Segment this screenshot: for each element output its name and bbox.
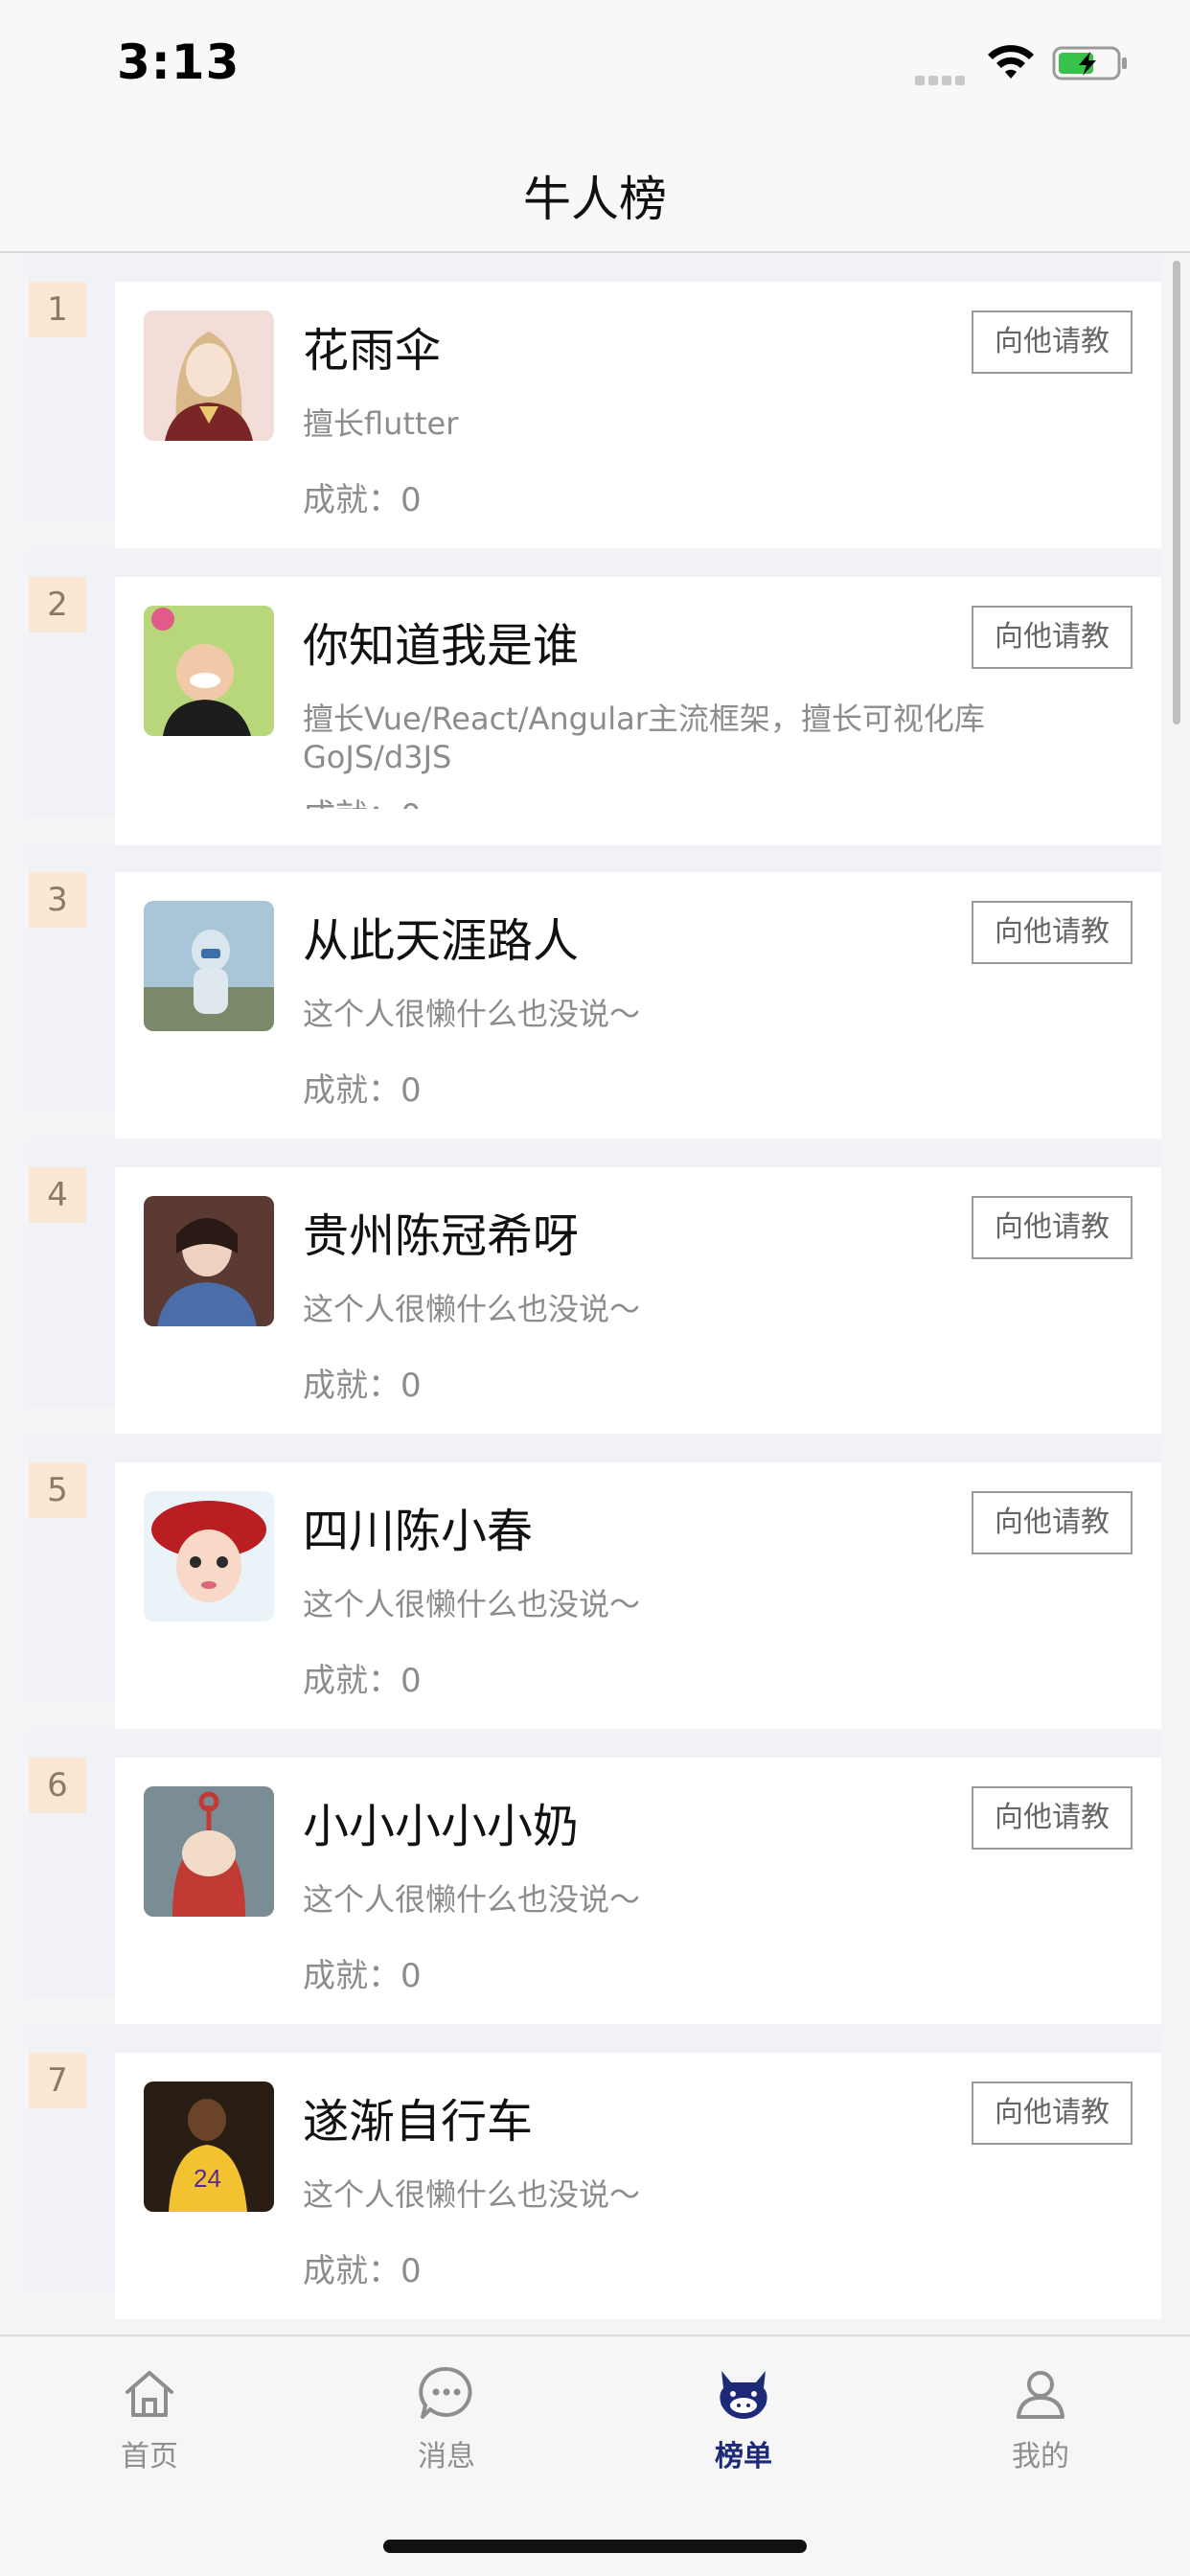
achievement-text: 成就：0 xyxy=(303,1957,422,1995)
user-name: 贵州陈冠希呀 xyxy=(303,1209,580,1263)
achievement-text: 成就：0 xyxy=(303,481,422,519)
user-name: 四川陈小春 xyxy=(303,1505,534,1558)
user-bio: 擅长Vue/React/Angular主流框架，擅长可视化库GoJS/d3JS xyxy=(303,701,985,775)
ask-button[interactable]: 向他请教 xyxy=(972,606,1133,669)
rank-badge: 4 xyxy=(29,1167,86,1223)
ask-button[interactable]: 向他请教 xyxy=(972,2082,1133,2145)
ask-button[interactable]: 向他请教 xyxy=(972,1196,1133,1259)
user-name: 你知道我是谁 xyxy=(303,619,580,673)
user-name: 小小小小小奶 xyxy=(303,1800,580,1853)
home-icon xyxy=(126,2371,173,2417)
avatar[interactable] xyxy=(144,310,274,441)
battery-icon xyxy=(1052,46,1127,80)
tab-label: 首页 xyxy=(121,2440,178,2473)
user-bio: 这个人很懒什么也没说～ xyxy=(303,1291,641,1327)
avatar[interactable] xyxy=(144,606,274,736)
achievement-text: 成就：0 xyxy=(303,2252,422,2290)
status-bar: 3:13 xyxy=(0,0,1190,125)
list-item[interactable]: 1 花雨伞 擅长flutter 成就：0 向他请教 xyxy=(29,255,1161,548)
rank-badge: 3 xyxy=(29,872,86,928)
list-item[interactable]: 3 从此天涯路人 这个人很懒什么也没说～ 成就：0 向他请教 xyxy=(29,845,1161,1138)
tab-home[interactable]: 首页 xyxy=(82,2363,217,2478)
user-card[interactable]: 四川陈小春 这个人很懒什么也没说～ 成就：0 向他请教 xyxy=(115,1462,1161,1729)
scroll-indicator[interactable] xyxy=(1173,261,1180,724)
page-title: 牛人榜 xyxy=(523,172,667,227)
list-item[interactable]: 2 你知道我是谁 擅长Vue/React/Angular主流框架，擅长可视化库G… xyxy=(29,550,1161,845)
achievement-text: 成就：0 xyxy=(303,1071,422,1110)
user-card[interactable]: 24 遂渐自行车 这个人很懒什么也没说～ 成就：0 向他请教 xyxy=(115,2053,1161,2319)
profile-icon xyxy=(1017,2371,1064,2419)
tab-label: 消息 xyxy=(418,2440,475,2473)
achievement-text: 成就：0 xyxy=(303,1662,422,1700)
avatar[interactable] xyxy=(144,1491,274,1622)
rank-badge: 2 xyxy=(29,577,86,632)
wifi-icon xyxy=(988,45,1034,79)
home-indicator[interactable] xyxy=(383,2540,807,2553)
tab-profile[interactable]: 我的 xyxy=(973,2363,1108,2478)
tab-label: 我的 xyxy=(1012,2440,1069,2473)
avatar[interactable] xyxy=(144,1196,274,1326)
ranking-list[interactable]: 1 花雨伞 擅长flutter 成就：0 向他请教 2 你知道我是谁 擅长Vue… xyxy=(0,255,1190,2334)
screen: 3:13 牛人榜 1 花雨伞 擅长flutter 成就：0 向他请教 2 你知道… xyxy=(0,0,1190,2576)
rank-badge: 5 xyxy=(29,1462,86,1518)
avatar[interactable]: 24 xyxy=(144,2082,274,2212)
rank-badge: 7 xyxy=(29,2053,86,2108)
user-card[interactable]: 贵州陈冠希呀 这个人很懒什么也没说～ 成就：0 向他请教 xyxy=(115,1167,1161,1434)
ask-button[interactable]: 向他请教 xyxy=(972,310,1133,374)
rank-badge: 1 xyxy=(29,282,86,337)
user-name: 花雨伞 xyxy=(303,324,442,378)
user-bio: 这个人很懒什么也没说～ xyxy=(303,996,641,1032)
ask-button[interactable]: 向他请教 xyxy=(972,1491,1133,1554)
cellular-signal-icon xyxy=(915,71,971,85)
user-bio: 这个人很懒什么也没说～ xyxy=(303,1881,641,1918)
ranking-icon xyxy=(720,2371,767,2419)
svg-text:24: 24 xyxy=(194,2164,221,2193)
rank-badge: 6 xyxy=(29,1758,86,1813)
tab-label: 榜单 xyxy=(715,2440,772,2473)
nav-bar: 牛人榜 xyxy=(0,125,1190,253)
avatar[interactable] xyxy=(144,901,274,1031)
list-item[interactable]: 5 四川陈小春 这个人很懒什么也没说～ 成就：0 向他请教 xyxy=(29,1436,1161,1729)
tab-messages[interactable]: 消息 xyxy=(379,2363,514,2478)
user-card[interactable]: 你知道我是谁 擅长Vue/React/Angular主流框架，擅长可视化库GoJ… xyxy=(115,577,1161,845)
message-icon xyxy=(419,2366,472,2419)
list-item[interactable]: 4 贵州陈冠希呀 这个人很懒什么也没说～ 成就：0 向他请教 xyxy=(29,1140,1161,1434)
list-item[interactable]: 6 小小小小小奶 这个人很懒什么也没说～ 成就：0 向他请教 xyxy=(29,1731,1161,2024)
ask-button[interactable]: 向他请教 xyxy=(972,1786,1133,1850)
user-name: 从此天涯路人 xyxy=(303,914,580,968)
user-card[interactable]: 小小小小小奶 这个人很懒什么也没说～ 成就：0 向他请教 xyxy=(115,1758,1161,2024)
list-item[interactable]: 7 24 遂渐自行车 这个人很懒什么也没说～ 成就：0 向他请教 xyxy=(29,2026,1161,2319)
user-card[interactable]: 从此天涯路人 这个人很懒什么也没说～ 成就：0 向他请教 xyxy=(115,872,1161,1138)
tab-ranking[interactable]: 榜单 xyxy=(676,2363,811,2478)
avatar[interactable] xyxy=(144,1786,274,1917)
user-bio: 这个人很懒什么也没说～ xyxy=(303,2176,641,2213)
achievement-text: 成就：0 xyxy=(303,1367,422,1405)
status-time: 3:13 xyxy=(117,34,240,90)
user-card[interactable]: 花雨伞 擅长flutter 成就：0 向他请教 xyxy=(115,282,1161,548)
user-name: 遂渐自行车 xyxy=(303,2095,534,2149)
achievement-text: 成就：0 xyxy=(303,790,422,809)
user-bio: 擅长flutter xyxy=(303,405,459,442)
user-bio: 这个人很懒什么也没说～ xyxy=(303,1586,641,1622)
ask-button[interactable]: 向他请教 xyxy=(972,901,1133,964)
